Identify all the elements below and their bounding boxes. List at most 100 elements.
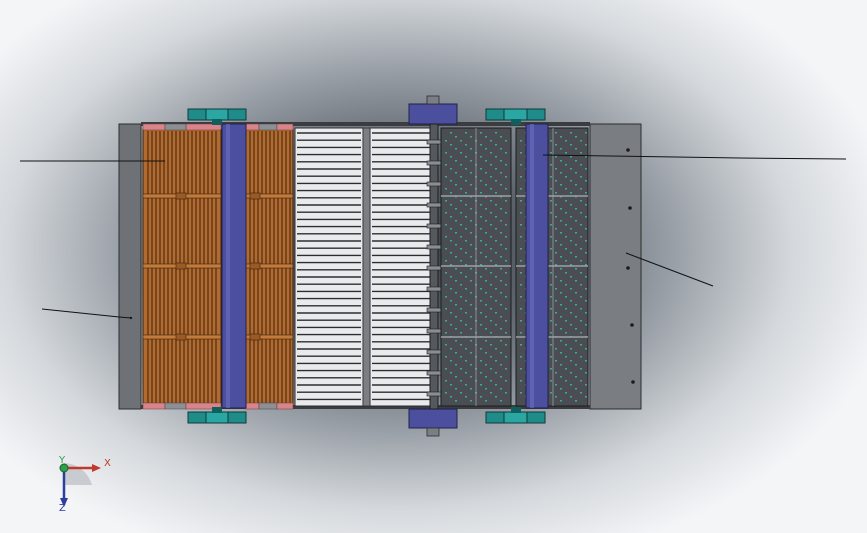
mesh-cell xyxy=(465,360,467,362)
mesh-cell xyxy=(550,308,552,310)
mesh-cell xyxy=(460,320,462,322)
mesh-cell xyxy=(555,132,557,134)
mesh-cell xyxy=(550,284,552,286)
mesh-cell xyxy=(565,308,567,310)
center-shaft-cap-bottom xyxy=(408,408,458,429)
mesh-cell xyxy=(505,152,507,154)
mesh-cell xyxy=(445,356,447,358)
mesh-cell xyxy=(455,400,457,402)
mesh-cell xyxy=(445,176,447,178)
mesh-cell xyxy=(445,284,447,286)
mesh-cell xyxy=(505,308,507,310)
mesh-cell xyxy=(585,360,587,362)
mesh-cell xyxy=(565,200,567,202)
mesh-cell xyxy=(520,212,522,214)
mesh-cell xyxy=(570,276,572,278)
mesh-cell xyxy=(575,232,577,234)
mesh-cell xyxy=(585,384,587,386)
mesh-cell xyxy=(570,396,572,398)
shaft-collar xyxy=(426,286,442,292)
mesh-cell xyxy=(575,220,577,222)
mesh-cell xyxy=(560,280,562,282)
mesh-cell xyxy=(580,164,582,166)
pink-strip-bot-d xyxy=(276,402,294,410)
mesh-cell xyxy=(520,236,522,238)
mesh-cell xyxy=(560,388,562,390)
mesh-cell xyxy=(485,376,487,378)
mesh-cell xyxy=(550,380,552,382)
mesh-cell xyxy=(520,344,522,346)
mesh-cell xyxy=(470,292,472,294)
mesh-cell xyxy=(460,248,462,250)
mesh-cell xyxy=(445,248,447,250)
mesh-cell xyxy=(455,148,457,150)
wood-clip xyxy=(249,333,261,341)
mesh-cell xyxy=(580,140,582,142)
mesh-cell xyxy=(570,204,572,206)
shaft-collar xyxy=(426,370,442,376)
mesh-cell xyxy=(470,268,472,270)
mesh-cell xyxy=(495,276,497,278)
mesh-cell xyxy=(455,268,457,270)
center-shaft-pin-bottom xyxy=(426,427,440,437)
mesh-cell xyxy=(495,180,497,182)
mesh-cell xyxy=(550,212,552,214)
mesh-cell xyxy=(490,332,492,334)
mesh-cell xyxy=(450,288,452,290)
mesh-cell xyxy=(505,140,507,142)
mesh-cell xyxy=(480,384,482,386)
mesh-cell xyxy=(445,272,447,274)
mesh-cell xyxy=(575,280,577,282)
mesh-cell xyxy=(560,232,562,234)
mesh-cell xyxy=(585,156,587,158)
mesh-cell xyxy=(470,340,472,342)
mesh-cell xyxy=(570,228,572,230)
mesh-cell xyxy=(580,200,582,202)
mesh-cell xyxy=(520,260,522,262)
mesh-cell xyxy=(575,160,577,162)
mesh-cell xyxy=(465,156,467,158)
mesh-cell xyxy=(575,316,577,318)
mesh-cell xyxy=(465,324,467,326)
mesh-cell xyxy=(495,216,497,218)
mesh-cell xyxy=(500,388,502,390)
mesh-cell xyxy=(520,320,522,322)
mesh-cell xyxy=(555,300,557,302)
mesh-cell xyxy=(465,216,467,218)
mesh-cell xyxy=(480,264,482,266)
mesh-cell xyxy=(520,284,522,286)
mesh-cell xyxy=(485,172,487,174)
mesh-cell xyxy=(505,356,507,358)
wood-clip xyxy=(175,333,187,341)
mesh-cell xyxy=(565,236,567,238)
mesh-cell xyxy=(555,168,557,170)
mesh-cell xyxy=(570,216,572,218)
mesh-cell xyxy=(470,280,472,282)
mesh-cell xyxy=(570,300,572,302)
mesh-cell xyxy=(480,348,482,350)
mesh-cell xyxy=(480,372,482,374)
mesh-cell xyxy=(445,260,447,262)
mesh-cell xyxy=(570,384,572,386)
mesh-cell xyxy=(485,136,487,138)
mesh-cell xyxy=(455,160,457,162)
mesh-cell xyxy=(490,236,492,238)
mesh-cell xyxy=(565,176,567,178)
mesh-cell xyxy=(575,172,577,174)
mesh-cell xyxy=(585,180,587,182)
mesh-cell xyxy=(465,144,467,146)
mesh-cell xyxy=(455,388,457,390)
mesh-cell xyxy=(445,188,447,190)
wood-clip xyxy=(249,262,261,270)
mesh-cell xyxy=(520,140,522,142)
grey-strip-top-b xyxy=(258,123,278,131)
mesh-cell xyxy=(520,272,522,274)
mesh-cell xyxy=(455,304,457,306)
mesh-cell xyxy=(460,140,462,142)
mesh-cell xyxy=(580,212,582,214)
mesh-cell xyxy=(555,312,557,314)
mesh-cell xyxy=(485,364,487,366)
mesh-cell xyxy=(480,312,482,314)
mesh-cell xyxy=(455,208,457,210)
pink-strip-bot-c xyxy=(244,402,260,410)
